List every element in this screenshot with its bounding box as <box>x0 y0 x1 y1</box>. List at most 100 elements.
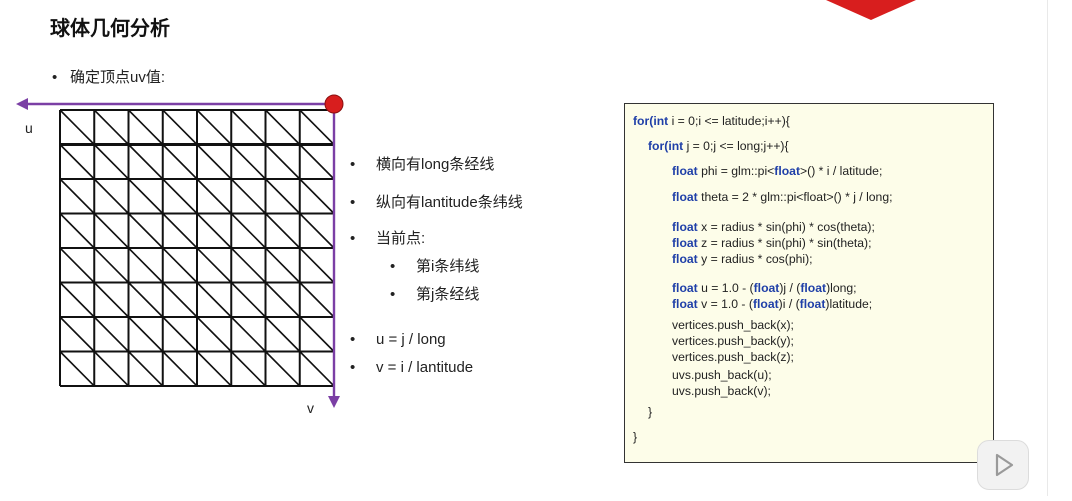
code-text: uvs.push_back(v); <box>672 384 771 398</box>
code-text: )j / ( <box>779 281 801 295</box>
code-line: vertices.push_back(z); <box>672 350 794 364</box>
grid-diagonal-line <box>162 316 198 353</box>
code-keyword: float <box>672 190 698 204</box>
bullet-item: • 第j条经线 <box>390 283 479 304</box>
code-keyword: float <box>752 297 779 311</box>
grid-diagonal-line <box>196 247 232 284</box>
bullet-text: 第j条经线 <box>416 286 480 303</box>
code-text: phi = glm::pi< <box>697 164 775 178</box>
grid-diagonal-line <box>264 178 301 215</box>
code-text: } <box>633 430 638 444</box>
grid-diagonal-line <box>93 212 130 249</box>
bullet-item: • 第i条纬线 <box>390 255 479 276</box>
code-keyword: float <box>672 164 698 178</box>
grid-diagonal-line <box>230 143 267 180</box>
grid-diagonal-line <box>196 350 232 387</box>
code-text: vertices.push_back(z); <box>672 350 794 364</box>
code-line: for(int i = 0;i <= latitude;i++){ <box>633 114 790 128</box>
code-text: y = radius * cos(phi); <box>697 252 813 266</box>
grid-diagonal-line <box>59 316 95 353</box>
grid-diagonal-line <box>162 281 198 318</box>
code-keyword: float <box>672 281 698 295</box>
grid-diagonal-line <box>264 212 301 249</box>
code-line: float z = radius * sin(phi) * sin(theta)… <box>672 236 871 250</box>
bullet-dot: • <box>390 286 396 303</box>
grid-diagonal-line <box>93 247 130 284</box>
grid-diagonal-line <box>299 143 335 180</box>
code-keyword: float <box>774 164 801 178</box>
grid-diagonal-line <box>264 143 301 180</box>
slide: 球体几何分析 • 确定顶点uv值: u v • 横向有long条经线 • 纵向有lant… <box>0 0 1072 496</box>
code-keyword: float <box>672 252 698 266</box>
grid-diagonal-line <box>93 281 130 318</box>
code-text: )long; <box>826 281 857 295</box>
grid-diagonal-line <box>264 316 301 353</box>
sidebar-divider <box>1047 0 1048 496</box>
grid-diagonal-line <box>162 178 198 215</box>
grid-diagonal-line <box>230 316 267 353</box>
code-text: v = 1.0 - ( <box>697 297 753 311</box>
code-line: float theta = 2 * glm::pi<float>() * j /… <box>672 190 893 204</box>
bullet-item: • u = j / long <box>350 331 446 348</box>
code-keyword: float <box>799 297 826 311</box>
origin-point-icon <box>324 94 344 114</box>
code-keyword: for( <box>633 114 654 128</box>
grid-diagonal-line <box>59 178 95 215</box>
play-icon <box>995 453 1014 477</box>
grid-diagonal-line <box>127 247 164 284</box>
grid-diagonal-line <box>59 247 95 284</box>
code-text: } <box>648 405 653 419</box>
code-line: float y = radius * cos(phi); <box>672 252 813 266</box>
grid-diagonal-line <box>59 212 95 249</box>
bullet-item: • v = i / lantitude <box>350 359 473 376</box>
bullet-dot: • <box>350 156 356 173</box>
grid-diagonal-line <box>299 178 335 215</box>
code-text: vertices.push_back(x); <box>672 318 794 332</box>
code-line: uvs.push_back(u); <box>672 368 772 382</box>
code-line: float x = radius * sin(phi) * cos(theta)… <box>672 220 875 234</box>
grid-diagonal-line <box>230 281 267 318</box>
code-line: uvs.push_back(v); <box>672 384 771 398</box>
code-text: )latitude; <box>825 297 873 311</box>
grid-diagonal-line <box>264 247 301 284</box>
code-text: u = 1.0 - ( <box>697 281 754 295</box>
grid-diagonal-line <box>299 316 335 353</box>
bullet-item: • 横向有long条经线 <box>350 153 494 174</box>
code-text: x = radius * sin(phi) * cos(theta); <box>697 220 875 234</box>
red-banner-shape <box>826 0 916 20</box>
bullet-dot: • <box>350 359 356 376</box>
grid-diagonal-line <box>299 212 335 249</box>
grid-diagonal-line <box>127 350 164 387</box>
code-line: float v = 1.0 - (float)i / (float)latitu… <box>672 297 872 311</box>
bullet-item: • 纵向有lantitude条纬线 <box>350 191 523 212</box>
grid-diagonal-line <box>162 109 198 146</box>
bullet-text: 第i条纬线 <box>416 258 480 275</box>
code-line: float u = 1.0 - (float)j / (float)long; <box>672 281 857 295</box>
grid-diagonal-line <box>230 178 267 215</box>
code-line: for(int j = 0;j <= long;j++){ <box>648 139 789 153</box>
code-keyword: float <box>753 281 780 295</box>
grid-diagonal-line <box>299 247 335 284</box>
code-text: uvs.push_back(u); <box>672 368 772 382</box>
grid-diagonal-line <box>93 316 130 353</box>
code-line: vertices.push_back(y); <box>672 334 794 348</box>
grid-diagonal-line <box>162 143 198 180</box>
grid-diagonal-line <box>230 109 267 146</box>
v-axis-arrow-icon <box>328 396 340 408</box>
grid-diagonal-line <box>162 350 198 387</box>
grid-diagonal-line <box>196 109 232 146</box>
code-keyword: float <box>672 220 698 234</box>
bullet-text: v = i / lantitude <box>376 359 474 376</box>
grid-diagonal-line <box>127 109 164 146</box>
bullet-list: • 横向有long条经线 • 纵向有lantitude条纬线 • 当前点: • 第i条纬线 • 第… <box>350 0 610 496</box>
grid-diagonal-line <box>59 109 95 146</box>
code-text: theta = 2 * glm::pi<float>() * j / long; <box>697 190 893 204</box>
grid-diagonal-line <box>264 281 301 318</box>
grid-diagonal-line <box>162 247 198 284</box>
bullet-dot: • <box>350 194 356 211</box>
grid-diagonal-line <box>196 212 232 249</box>
play-button[interactable] <box>977 440 1029 490</box>
grid-diagonal-line <box>59 143 95 180</box>
bullet-dot: • <box>350 230 356 247</box>
code-line: } <box>633 430 637 444</box>
